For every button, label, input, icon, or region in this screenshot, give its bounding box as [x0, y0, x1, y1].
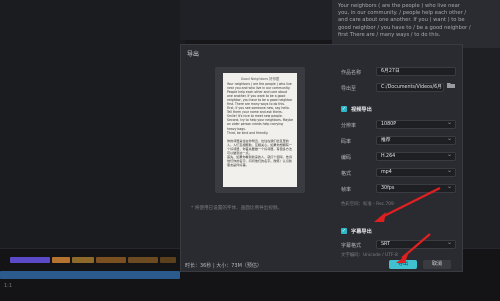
timeline-clip[interactable]	[96, 257, 126, 263]
timeline-clip[interactable]	[72, 257, 94, 263]
bitrate-select[interactable]: 推荐	[376, 135, 456, 145]
subtitle-line: and care about one another. If you ( wan…	[338, 17, 465, 24]
timeline-clip[interactable]	[160, 257, 176, 263]
resolution-select[interactable]: 1080P	[376, 119, 456, 129]
timeline-clip[interactable]	[10, 257, 50, 263]
editor-subtitle-panel: Your neighbors ( are the people ) who li…	[332, 0, 500, 48]
dialog-title: 导出	[187, 51, 200, 58]
video-export-section: 视频导出	[351, 107, 372, 113]
codec-label: 编码	[341, 155, 352, 161]
check-icon[interactable]: ✓	[341, 106, 347, 112]
format-label: 格式	[341, 171, 352, 177]
name-input[interactable]: 6月27日	[376, 67, 456, 76]
timeline-clip[interactable]	[128, 257, 158, 263]
path-label: 导出至	[341, 86, 357, 92]
subtitle-line: first There are / many ways / to do this…	[338, 31, 441, 38]
arrow-annotation	[374, 187, 441, 222]
subtitle-line: you, in our community. / people help eac…	[338, 10, 467, 17]
export-info: 时长：36秒 | 大小：73M（预估）	[185, 263, 262, 269]
timeline-video-track[interactable]	[0, 271, 180, 279]
fps-label: 帧率	[341, 187, 352, 193]
arrow-annotation	[396, 233, 431, 263]
folder-icon[interactable]	[447, 82, 455, 88]
preview-page-title: Good Neighbors 好邻居	[240, 77, 280, 81]
bitrate-label: 码率	[341, 139, 352, 145]
preview-page-text: Your neighbors ( are the people ) who li…	[227, 82, 293, 167]
preview-page: Good Neighbors 好邻居 Your neighbors ( are …	[223, 73, 297, 187]
subtitle-format-label: 字幕格式	[341, 243, 362, 249]
export-hint: * 将使用已设置的字体、画面比例导出视频。	[191, 206, 283, 211]
subtitle-line: Your neighbors ( are the people ) who li…	[338, 3, 460, 9]
resolution-label: 分辨率	[341, 123, 357, 129]
path-input[interactable]: C:/Documents/Videos/6月	[376, 83, 444, 92]
subtitle-line: good neighbor / you have to / be a good …	[338, 24, 471, 31]
format-select[interactable]: mp4	[376, 167, 456, 177]
check-icon[interactable]: ✓	[341, 228, 347, 234]
timeline-label: 1:1	[4, 283, 13, 289]
editor-player	[180, 0, 335, 40]
export-preview: Good Neighbors 好邻居 Your neighbors ( are …	[215, 67, 305, 193]
timeline-clip[interactable]	[52, 257, 70, 263]
name-label: 作品名称	[341, 70, 362, 76]
codec-select[interactable]: H.264	[376, 151, 456, 161]
